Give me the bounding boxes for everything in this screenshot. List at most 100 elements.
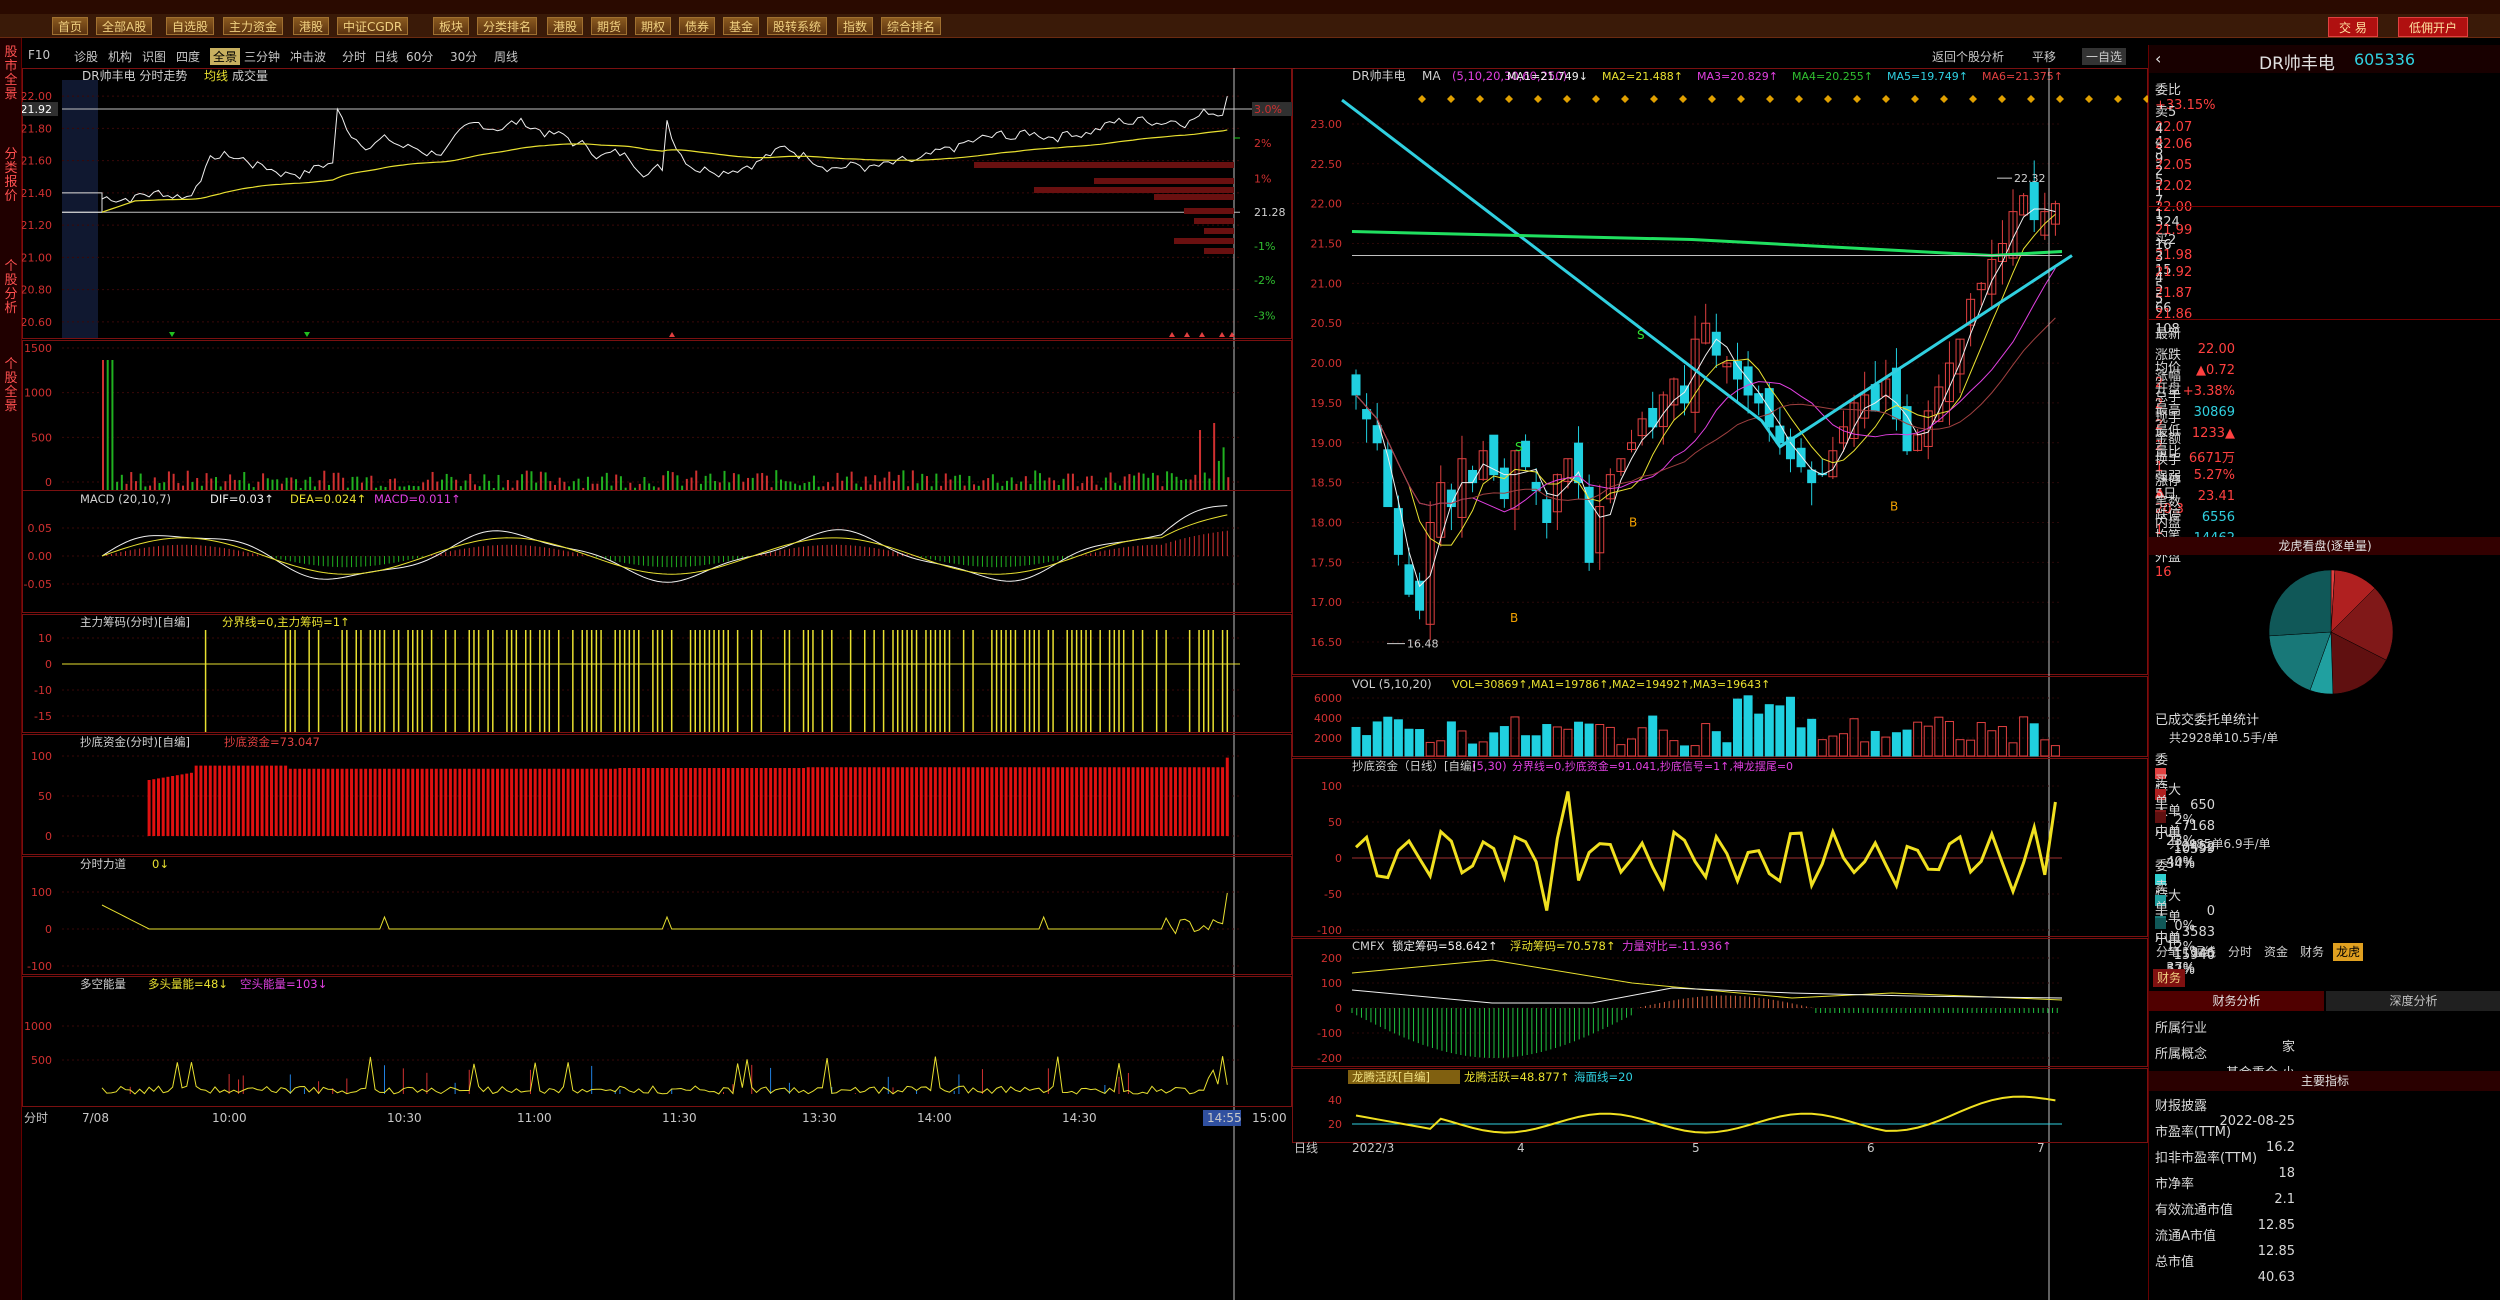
menu-item-14[interactable]: 指数 <box>837 17 874 35</box>
menu-item-3[interactable]: 主力资金 <box>223 17 284 35</box>
period-2[interactable]: 60分 <box>406 48 433 65</box>
menu-item-15[interactable]: 综合排名 <box>881 17 942 35</box>
daily-vol-bar <box>1552 726 1562 757</box>
daily-vol-bar <box>1425 741 1435 757</box>
menu-item-2[interactable]: 自选股 <box>166 17 215 35</box>
menu-item-5[interactable]: 中证CGDR <box>337 17 409 35</box>
daily-vol-bar <box>1457 730 1467 757</box>
menu-item-9[interactable]: 期货 <box>591 17 628 35</box>
vol-bar <box>714 481 717 490</box>
quote-tab-4[interactable]: 财务 <box>2297 943 2327 961</box>
cmfx-a: 锁定筹码=58.642↑ <box>1392 939 1498 953</box>
toolbar-0[interactable]: F10 <box>28 48 50 62</box>
menu-item-12[interactable]: 基金 <box>723 17 760 35</box>
toolbar-7[interactable]: 冲击波 <box>290 48 326 65</box>
daily-x-tick-2: 5 <box>1692 1141 1700 1155</box>
daily-chart-area[interactable]: DR帅丰电 MA (5,10,20,30,60,250)MA1=21.749↓ MA2… <box>1292 68 2148 1300</box>
menu-item-0[interactable]: 首页 <box>52 17 89 35</box>
menu-item-7[interactable]: 分类排名 <box>477 17 538 35</box>
toolbar-4[interactable]: 四度 <box>176 48 200 65</box>
candle-body <box>1807 469 1817 484</box>
stat-row-2: 涨幅 +3.38% 最高 2 <box>2155 365 2495 433</box>
daily-vol-bar <box>1722 742 1732 757</box>
vol-bar <box>991 474 994 490</box>
menu-item-4[interactable]: 港股 <box>293 17 330 35</box>
depth-bar-4 <box>1184 208 1234 214</box>
vol-bar <box>704 475 707 490</box>
vol-bar <box>535 482 538 490</box>
period-3[interactable]: 30分 <box>450 48 477 65</box>
leftnav-item-1[interactable]: 分类报价 <box>2 148 20 208</box>
toolbar-1[interactable]: 诊股 <box>74 48 98 65</box>
leftnav-item-2[interactable]: 个股分析 <box>2 260 20 320</box>
watchlist-button[interactable]: 一自选 <box>2082 48 2127 65</box>
menu-item-13[interactable]: 股转系统 <box>767 17 828 35</box>
quote-tab-0[interactable]: 分笔 <box>2153 943 2183 961</box>
menu-item-8[interactable]: 港股 <box>547 17 584 35</box>
pan-button[interactable]: 平移 <box>2032 48 2056 65</box>
toolbar-6[interactable]: 三分钟 <box>244 48 280 65</box>
vol-bar <box>601 476 604 490</box>
menu-item-6[interactable]: 板块 <box>433 17 470 35</box>
vol-bar <box>408 485 411 490</box>
macd-title: MACD (20,10,7) <box>80 492 171 506</box>
open-account-button[interactable]: 低佣开户 <box>2398 17 2469 37</box>
trade-button[interactable]: 交 易 <box>2328 17 2378 37</box>
vol-bar <box>191 481 194 490</box>
leftnav-item-3[interactable]: 个股全景 <box>2 358 20 418</box>
vol-bar <box>238 480 241 490</box>
vol-bar <box>582 487 585 490</box>
toolbar-5[interactable]: 全景 <box>210 48 241 65</box>
pct-tick-6: -2% <box>1254 274 1275 287</box>
vol-bar <box>323 470 326 490</box>
vol-bar <box>1199 430 1202 490</box>
signal-diamond <box>2114 95 2122 103</box>
fsld-panel <box>22 856 1292 975</box>
pct-tick-1: 3.0% <box>1254 103 1282 116</box>
toolbar-2[interactable]: 机构 <box>108 48 132 65</box>
period-4[interactable]: 周线 <box>494 48 518 65</box>
vol-bar <box>182 485 185 490</box>
vol-bar <box>247 483 250 490</box>
quote-tab-3[interactable]: 资金 <box>2261 943 2291 961</box>
vol-bar <box>563 481 566 490</box>
finance-tab[interactable]: 财务 <box>2153 969 2186 987</box>
fin-sub-tab-1[interactable]: 深度分析 <box>2326 991 2500 1011</box>
vol-bar <box>1114 482 1117 490</box>
menu-item-11[interactable]: 债券 <box>679 17 716 35</box>
low-label: 16.48 <box>1407 638 1439 651</box>
vol-bar <box>1217 460 1220 490</box>
period-1[interactable]: 日线 <box>374 48 398 65</box>
vol-bar <box>233 479 236 490</box>
vol-bar <box>271 479 274 490</box>
vol-bar <box>205 473 208 490</box>
fin-sub-tab-0[interactable]: 财务分析 <box>2149 991 2324 1011</box>
back-to-analysis[interactable]: 返回个股分析 <box>1932 48 2004 65</box>
ask-row-4: 1 22.00 324 <box>2155 185 2495 230</box>
vol-bar <box>855 483 858 490</box>
vol-bar <box>1119 485 1121 490</box>
leftnav-item-0[interactable]: 股市全景 <box>2 46 20 106</box>
menu-item-1[interactable]: 全部A股 <box>96 17 153 35</box>
vol-bar <box>417 486 420 490</box>
back-arrow-icon[interactable]: ‹ <box>2155 49 2161 68</box>
x-tick-1: 10:00 <box>212 1111 247 1125</box>
fin-row-1: 市盈率(TTM) 16.2 <box>2155 1121 2495 1155</box>
signal-diamond <box>1447 95 1455 103</box>
cmfx-tick-1: 100 <box>1321 977 1342 990</box>
menu-item-10[interactable]: 期权 <box>635 17 672 35</box>
period-0[interactable]: 分时 <box>342 48 366 65</box>
quote-tab-2[interactable]: 分时 <box>2225 943 2255 961</box>
quote-tab-1[interactable]: 短线 <box>2189 943 2219 961</box>
toolbar-3[interactable]: 识图 <box>142 48 166 65</box>
bid-row-0: 1 21.99 16 <box>2155 208 2495 253</box>
vol-bar <box>690 477 693 490</box>
candle-body <box>1362 409 1372 420</box>
daily-price-tick-13: 16.50 <box>1311 636 1343 649</box>
quote-tab-5[interactable]: 龙虎 <box>2333 943 2364 961</box>
intraday-chart-area[interactable]: DR帅丰电 分时走势 均线 成交量 22.00 21.80 21.60 21.40 21.20… <box>22 68 1292 1300</box>
vol-bar <box>869 484 872 490</box>
stat-key: 现手 <box>2155 411 2182 426</box>
vol-bar <box>257 481 260 490</box>
vol-bar <box>139 473 142 490</box>
